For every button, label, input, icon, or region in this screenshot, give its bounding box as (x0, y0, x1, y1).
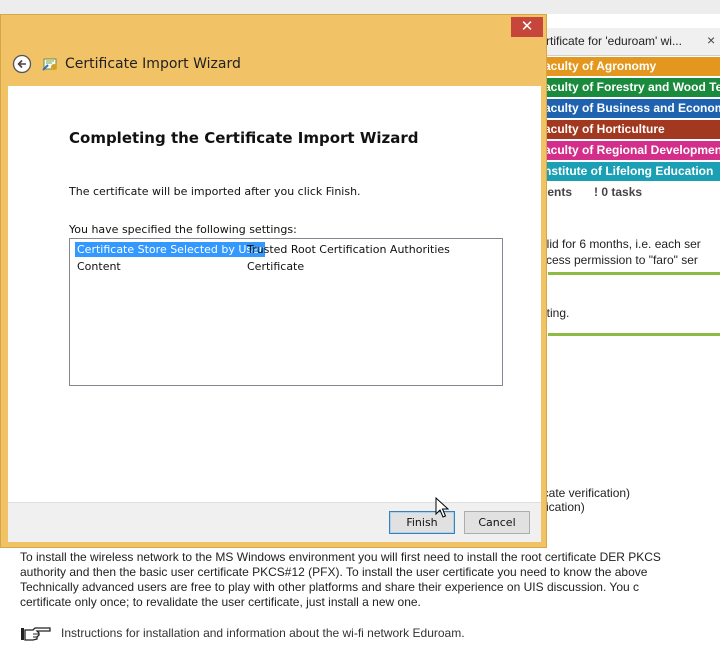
wizard-title: Certificate Import Wizard (65, 56, 241, 72)
settings-list[interactable]: Certificate Store Selected by User Trust… (69, 238, 503, 386)
faculty-link-horticulture[interactable]: aculty of Horticulture (540, 120, 720, 139)
install-instructions-paragraph: To install the wireless network to the M… (20, 550, 710, 610)
paragraph-line: authority and then the basic user certif… (20, 565, 648, 579)
info-text: The certificate will be imported after y… (69, 185, 361, 198)
close-button[interactable]: ✕ (511, 17, 543, 37)
green-divider (548, 272, 720, 275)
partial-text-line: alid for 6 months, i.e. each ser (540, 237, 701, 251)
browser-tab[interactable]: rtificate for 'eduroam' wi... × (540, 28, 720, 56)
paragraph-line: To install the wireless network to the M… (20, 550, 661, 564)
green-divider (548, 333, 720, 336)
settings-row-value: Certificate (247, 260, 305, 273)
certificate-import-wizard-dialog: ✕ Certificate Import Wizard Completing t… (0, 14, 547, 548)
faculty-link-regional-development[interactable]: aculty of Regional Development a (540, 141, 720, 160)
partial-text-line: icate verification) (540, 486, 631, 500)
browser-tab-title: rtificate for 'eduroam' wi... (546, 34, 682, 48)
faculty-link-agronomy[interactable]: aculty of Agronomy (540, 57, 720, 76)
partial-text-line: ccess permission to "faro" ser (540, 253, 698, 267)
faculty-link-business[interactable]: aculty of Business and Economic (540, 99, 720, 118)
pointing-hand-icon (21, 627, 51, 641)
faculty-link-forestry[interactable]: aculty of Forestry and Wood Tech (540, 78, 720, 97)
back-arrow-icon[interactable] (12, 54, 32, 74)
faculty-link-lifelong-education[interactable]: nstitute of Lifelong Education (540, 162, 720, 181)
settings-label: You have specified the following setting… (69, 223, 297, 236)
eduroam-instructions-link[interactable]: Instructions for installation and inform… (61, 626, 465, 640)
settings-row-key: Content (77, 260, 121, 273)
paragraph-line: Technically advanced users are free to p… (20, 580, 640, 594)
wizard-footer: Finish Cancel (8, 502, 541, 542)
tasks-count[interactable]: ! 0 tasks (594, 185, 642, 199)
browser-tab-close-icon[interactable]: × (707, 32, 715, 48)
wizard-content-panel: Completing the Certificate Import Wizard… (8, 86, 541, 502)
tasks-bar: nents! 0 tasks (540, 185, 642, 199)
certificate-icon (42, 58, 57, 71)
page-title: Completing the Certificate Import Wizard (69, 129, 419, 147)
settings-row-key: Certificate Store Selected by User (75, 242, 266, 257)
browser-top-strip (0, 0, 720, 14)
cancel-button[interactable]: Cancel (464, 511, 530, 534)
settings-row-value: Trusted Root Certification Authorities (247, 243, 450, 256)
mouse-cursor-icon (435, 497, 449, 518)
paragraph-line: certificate only once; to revalidate the… (20, 595, 421, 609)
